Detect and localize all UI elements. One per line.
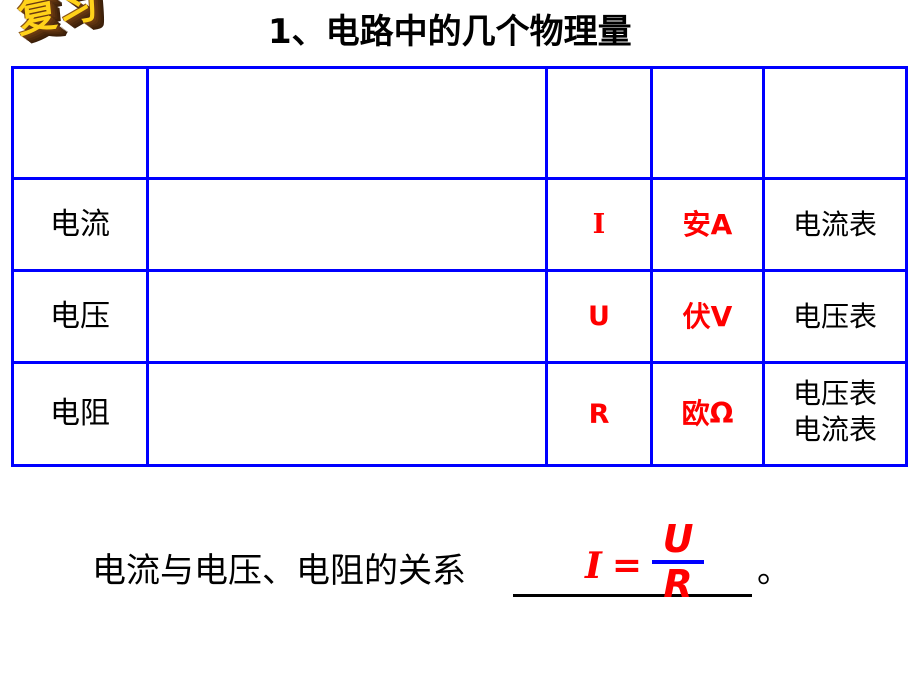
header-cell-name bbox=[11, 66, 149, 180]
ohms-law-formula: I = U R bbox=[585, 517, 705, 606]
cell-definition bbox=[146, 361, 548, 467]
header-cell-unit bbox=[650, 66, 765, 180]
formula-denominator: R bbox=[663, 562, 693, 606]
relation-label: 电流与电压、电阻的关系 bbox=[92, 551, 466, 591]
meter-line-2: 电流表 bbox=[792, 413, 877, 446]
cell-meter: 电压表 电流表 bbox=[762, 361, 908, 467]
header-cell-symbol bbox=[545, 66, 653, 180]
formula-equals: = bbox=[611, 545, 643, 586]
table-row: 电流 I 安A 电流表 bbox=[11, 177, 908, 272]
cell-quantity-name: 电阻 bbox=[11, 361, 149, 467]
cell-quantity-name: 电流 bbox=[11, 177, 149, 272]
cell-symbol: R bbox=[545, 361, 653, 467]
physics-quantities-table: 电流 I 安A 电流表 电压 U 伏V 电压表 电阻 R 欧Ω 电压表 电流表 bbox=[11, 66, 908, 467]
wordart-fuxi: 复习 bbox=[15, 0, 136, 62]
formula-fraction: U R bbox=[652, 517, 705, 606]
cell-unit: 伏V bbox=[650, 269, 765, 364]
header-cell-definition bbox=[146, 66, 548, 180]
cell-definition bbox=[146, 269, 548, 364]
cell-unit: 安A bbox=[650, 177, 765, 272]
meter-two-line: 电压表 电流表 bbox=[765, 376, 905, 448]
cell-meter: 电压表 bbox=[762, 269, 908, 364]
table-header-row bbox=[11, 66, 908, 180]
cell-symbol: U bbox=[545, 269, 653, 364]
formula-variable: I bbox=[585, 545, 602, 587]
meter-line-1: 电压表 bbox=[792, 377, 877, 410]
cell-symbol: I bbox=[545, 177, 653, 272]
cell-quantity-name: 电压 bbox=[11, 269, 149, 364]
formula-numerator: U bbox=[662, 517, 694, 562]
table-row: 电压 U 伏V 电压表 bbox=[11, 269, 908, 364]
cell-meter: 电流表 bbox=[762, 177, 908, 272]
page-title: 1、电路中的几个物理量 bbox=[268, 12, 632, 52]
wordart-fuxi-text: 复习 bbox=[15, 0, 103, 44]
cell-unit: 欧Ω bbox=[650, 361, 765, 467]
relation-period: 。 bbox=[757, 551, 791, 591]
cell-definition bbox=[146, 177, 548, 272]
table-row: 电阻 R 欧Ω 电压表 电流表 bbox=[11, 361, 908, 467]
header-cell-meter bbox=[762, 66, 908, 180]
